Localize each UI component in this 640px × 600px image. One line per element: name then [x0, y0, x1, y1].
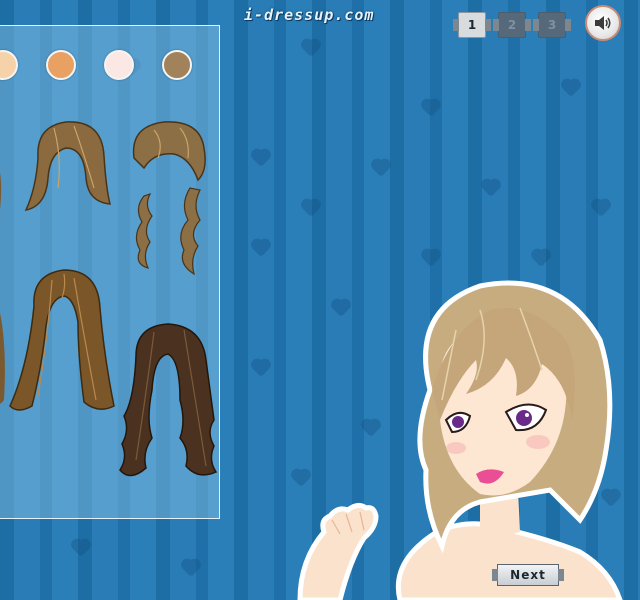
- background-heart: [300, 200, 322, 216]
- hairstyle-curly-updo[interactable]: [124, 118, 216, 280]
- background-heart: [590, 200, 612, 216]
- background-heart: [480, 180, 502, 196]
- background-heart: [560, 80, 582, 96]
- next-button-label: Next: [497, 564, 559, 586]
- hairstyle-short-bob[interactable]: [18, 118, 116, 216]
- site-logo[interactable]: i-dressup.com: [244, 6, 374, 24]
- background-heart: [370, 160, 392, 176]
- skin-swatch-3[interactable]: [104, 50, 134, 80]
- background-heart: [530, 250, 552, 266]
- background-heart: [180, 560, 202, 576]
- background-heart: [300, 40, 322, 56]
- hairstyle-partial[interactable]: [0, 150, 8, 220]
- skin-swatch-2[interactable]: [46, 50, 76, 80]
- sound-toggle-button[interactable]: [585, 5, 621, 41]
- page-3-button[interactable]: 3: [533, 12, 571, 38]
- background-heart: [420, 250, 442, 266]
- hairstyle-long-straight[interactable]: [8, 266, 120, 422]
- doll-character: [297, 280, 623, 600]
- background-heart: [420, 100, 442, 116]
- background-heart: [250, 150, 272, 166]
- page-2-button[interactable]: 2: [493, 12, 531, 38]
- background-heart: [70, 540, 92, 556]
- hairstyle-long-wavy-dark[interactable]: [114, 320, 220, 484]
- page-selector: 1 2 3: [453, 12, 578, 38]
- next-button[interactable]: Next: [490, 564, 566, 586]
- background-heart: [250, 360, 272, 376]
- skin-swatch-4[interactable]: [162, 50, 192, 80]
- background-heart: [250, 240, 272, 256]
- page-1-button[interactable]: 1: [453, 12, 491, 38]
- speaker-icon: [595, 16, 611, 30]
